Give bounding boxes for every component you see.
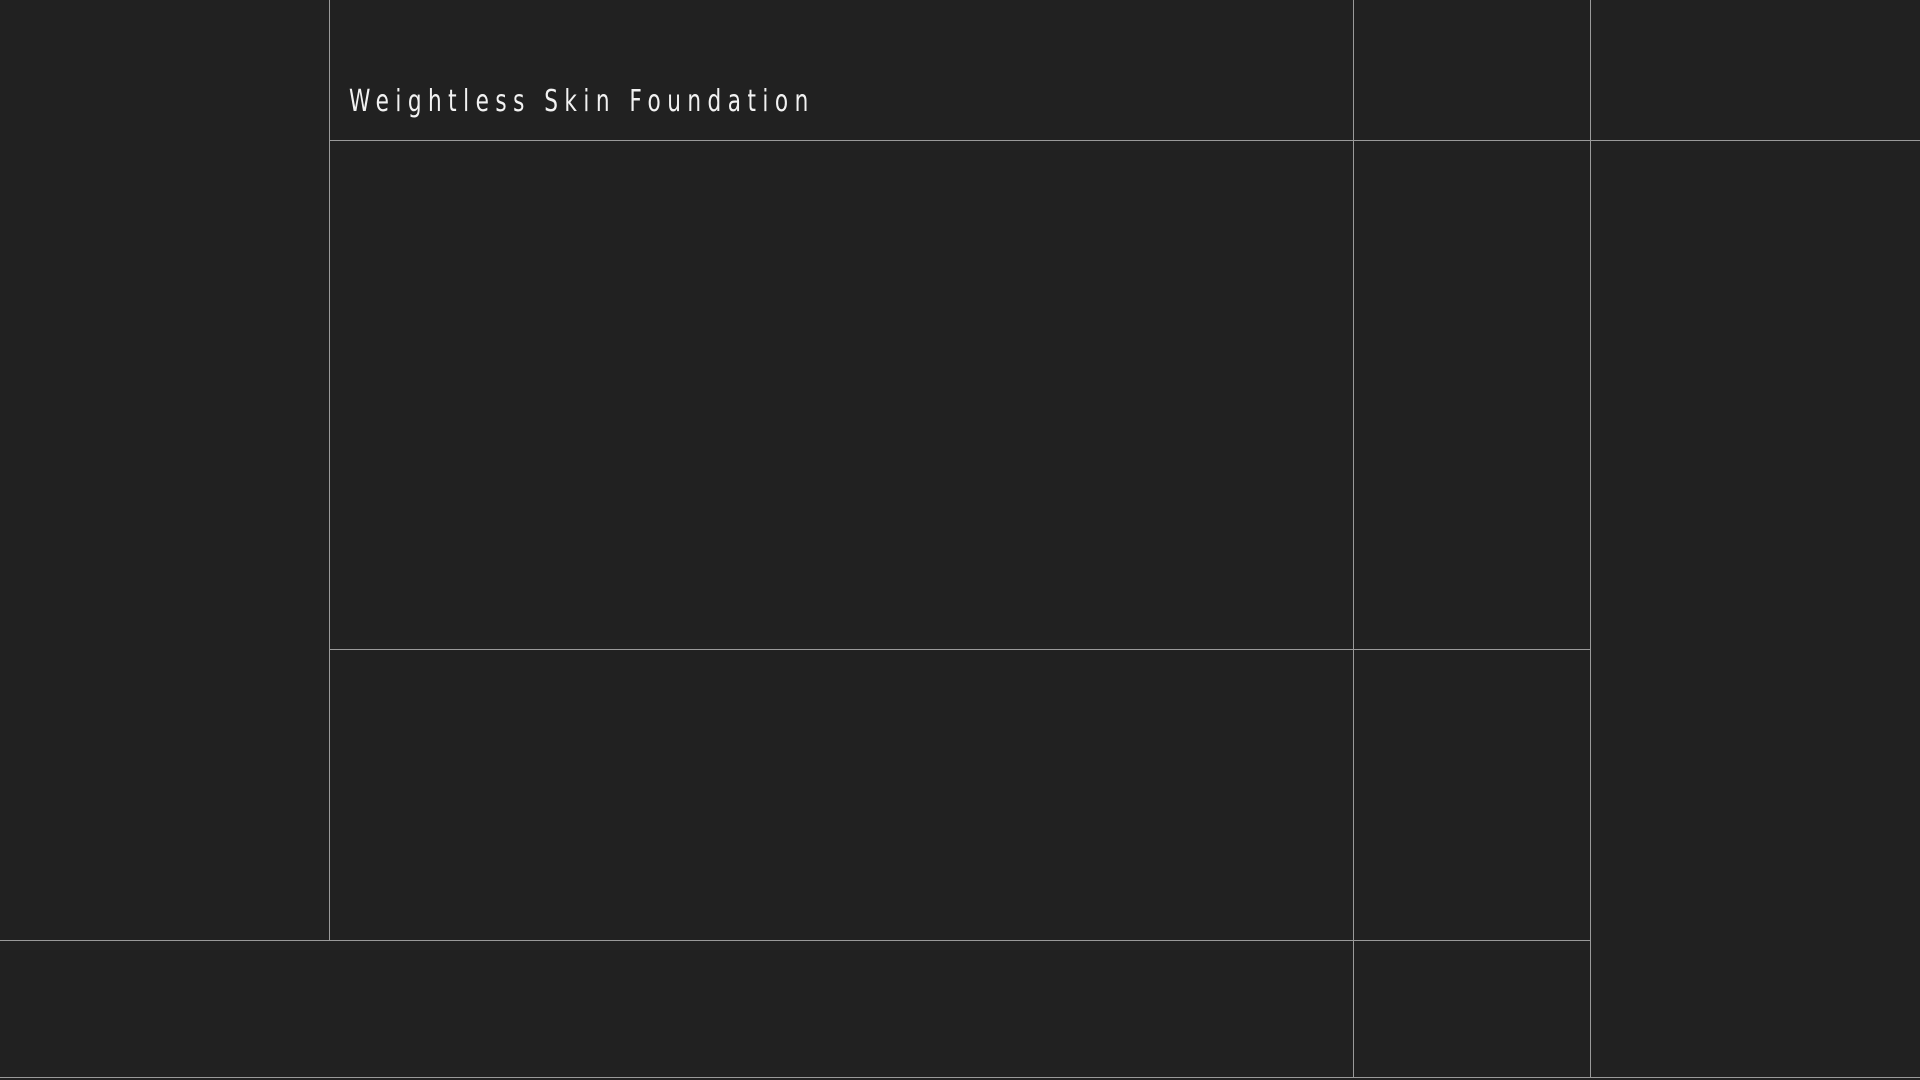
grid-line-lower (0, 940, 1591, 941)
grid-line-header-bottom (329, 140, 1920, 141)
grid-line-right-panel (1590, 0, 1591, 1077)
grid-line-middle (329, 649, 1591, 650)
grid-line-bottom (0, 1077, 1920, 1078)
page-title: Weightless Skin Foundation (349, 84, 815, 119)
grid-line-main-right (1353, 0, 1354, 1077)
grid-line-left-column (329, 0, 330, 940)
